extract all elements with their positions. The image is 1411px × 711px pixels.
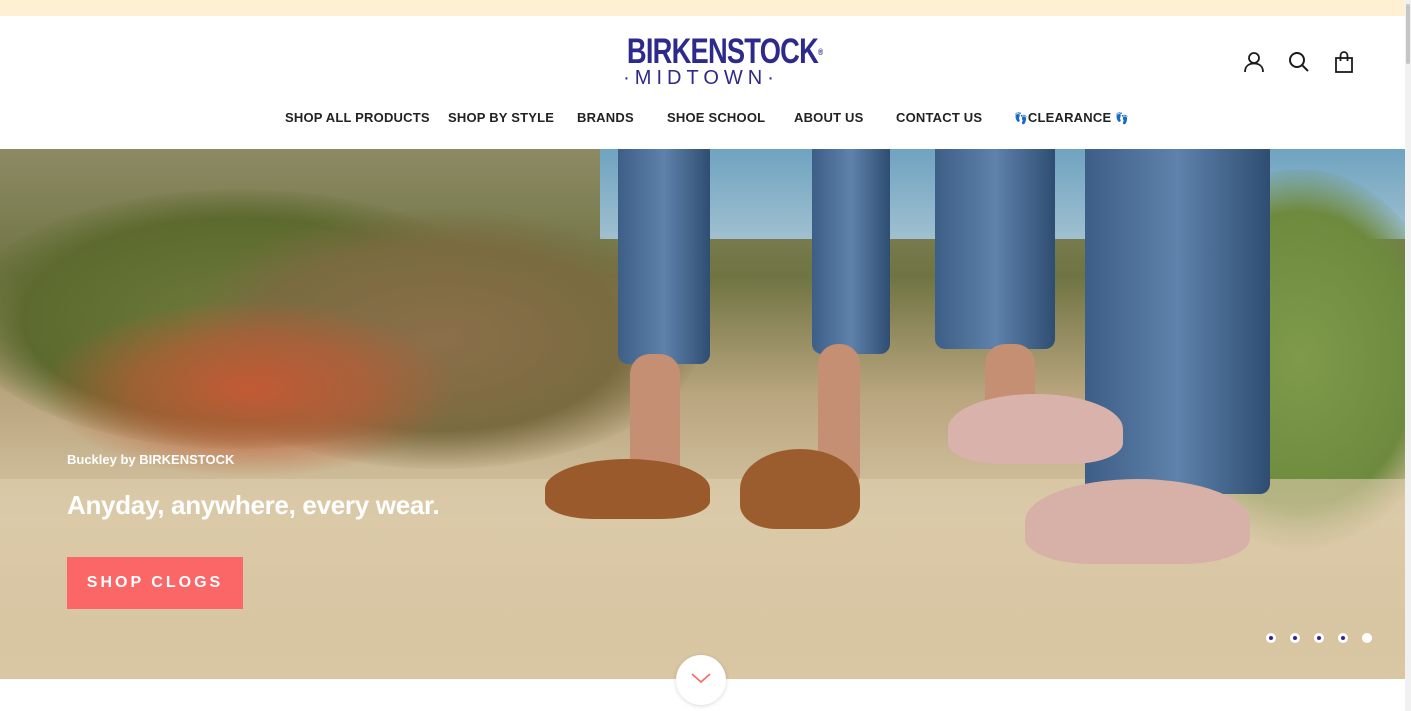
hero-clog-pink <box>948 394 1123 464</box>
nav-contact-us[interactable]: CONTACT US <box>896 109 982 127</box>
nav-label: SHOP ALL PRODUCTS <box>285 110 430 125</box>
footprints-icon: 👣 <box>1014 113 1028 125</box>
slide-dot-5-active[interactable] <box>1362 633 1372 643</box>
nav-about-us[interactable]: ABOUT US <box>794 109 864 127</box>
hero-banner: Buckley by BIRKENSTOCK Anyday, anywhere,… <box>0 149 1405 679</box>
hero-person-leg <box>935 149 1055 349</box>
slide-dot-1[interactable] <box>1266 633 1276 643</box>
cart-icon[interactable] <box>1332 50 1356 74</box>
hero-clog-brown <box>545 459 710 519</box>
nav-shop-by-style[interactable]: SHOP BY STYLE <box>448 109 554 127</box>
nav-label: CLEARANCE <box>1027 110 1112 125</box>
nav-label: BRANDS <box>577 110 634 125</box>
logo-line1: BIRKENSTOCK <box>626 32 819 71</box>
nav-label: ABOUT US <box>794 110 864 125</box>
site-header: BIRKENSTOCK® ·MIDTOWN· SHOP ALL PRODUCTS… <box>0 16 1405 149</box>
registered-mark: ® <box>818 47 823 57</box>
nav-shoe-school[interactable]: SHOE SCHOOL <box>667 109 765 127</box>
hero-person-leg <box>618 149 710 364</box>
nav-label: CONTACT US <box>896 110 983 125</box>
footprints-icon: 👣 <box>1115 113 1130 125</box>
nav-brands[interactable]: BRANDS <box>577 109 634 127</box>
scrollbar-thumb[interactable] <box>1406 4 1410 64</box>
hero-clog-pink <box>1025 479 1250 564</box>
chevron-down-icon <box>691 673 711 684</box>
nav-label: SHOE SCHOOL <box>667 110 766 125</box>
slide-dot-2[interactable] <box>1290 633 1300 643</box>
nav-clearance[interactable]: 👣CLEARANCE 👣 <box>1014 109 1129 128</box>
shop-clogs-button[interactable]: SHOP CLOGS <box>67 557 243 609</box>
hero-clog-brown <box>740 449 860 529</box>
slide-dot-3[interactable] <box>1314 633 1324 643</box>
scroll-down-button[interactable] <box>676 655 726 705</box>
announcement-bar <box>0 0 1405 16</box>
hero-person-leg <box>812 149 890 354</box>
main-nav: SHOP ALL PRODUCTS SHOP BY STYLE BRANDS S… <box>0 109 1405 129</box>
nav-label: SHOP BY STYLE <box>448 110 555 125</box>
hero-eyebrow: Buckley by BIRKENSTOCK <box>67 452 235 467</box>
search-icon[interactable] <box>1287 50 1311 74</box>
account-icon[interactable] <box>1242 50 1266 74</box>
nav-shop-all-products[interactable]: SHOP ALL PRODUCTS <box>285 109 430 127</box>
slide-dot-4[interactable] <box>1338 633 1348 643</box>
page-scrollbar[interactable] <box>1405 0 1411 711</box>
brand-logo[interactable]: BIRKENSTOCK® ·MIDTOWN· <box>606 34 823 89</box>
hero-title: Anyday, anywhere, every wear. <box>67 490 440 520</box>
